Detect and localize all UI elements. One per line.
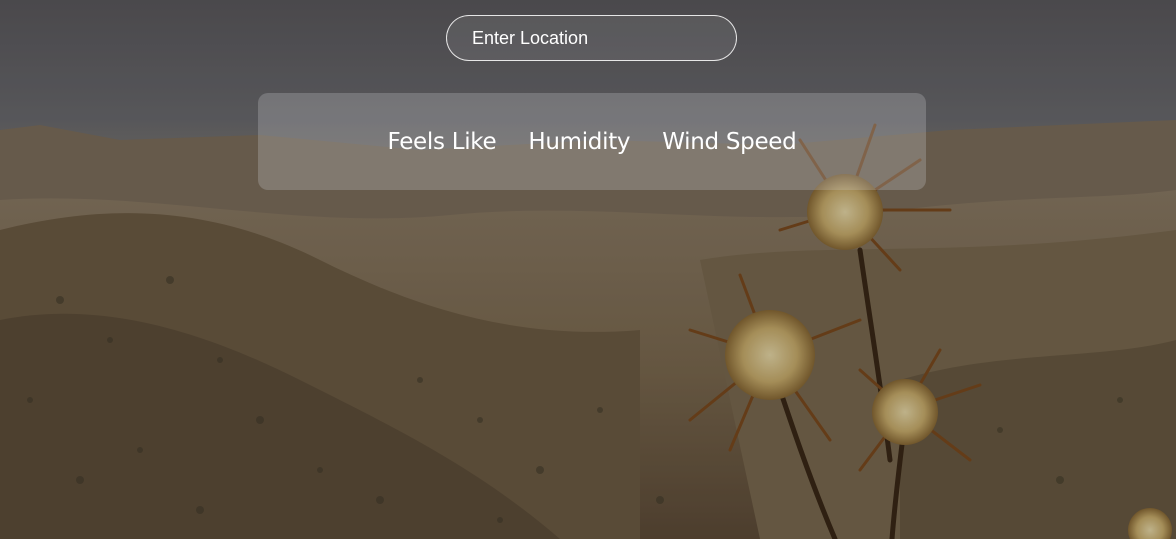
feels-like-label: Feels Like	[387, 128, 497, 155]
humidity-label: Humidity	[528, 128, 631, 155]
weather-app: Feels Like Humidity Wind Speed	[0, 0, 1176, 539]
weather-details-card: Feels Like Humidity Wind Speed	[258, 93, 926, 190]
wind-speed-label: Wind Speed	[662, 128, 797, 155]
weather-stats-row: Feels Like Humidity Wind Speed	[388, 129, 797, 155]
background-dim-overlay	[0, 0, 1176, 539]
location-search-input[interactable]	[446, 15, 737, 61]
